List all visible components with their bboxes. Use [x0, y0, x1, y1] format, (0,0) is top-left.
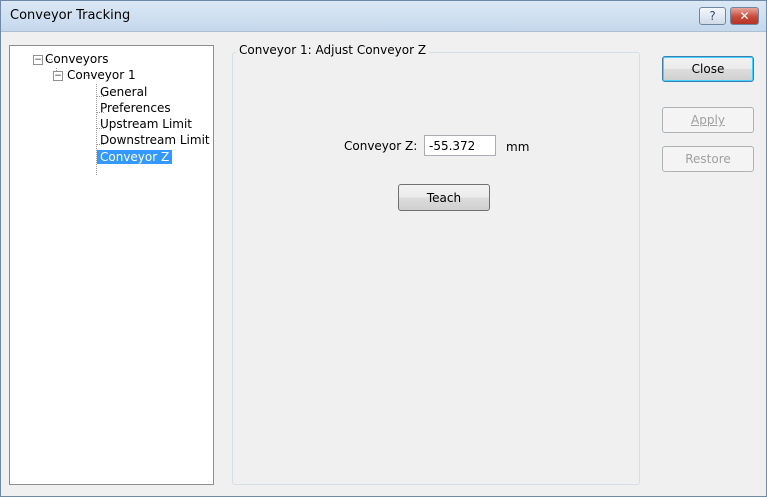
collapse-icon[interactable]: − [33, 55, 43, 65]
tree-item-label-selected: Conveyor Z [97, 150, 173, 164]
conveyor-tree[interactable]: − Conveyors − Conveyor 1 General Prefere… [9, 45, 214, 485]
title-bar[interactable]: Conveyor Tracking ? ✕ [1, 1, 766, 32]
tree-item-label: Conveyors [45, 52, 109, 66]
apply-button[interactable]: Apply [662, 107, 754, 133]
tree-item-conveyor-z[interactable]: Conveyor Z [97, 149, 173, 165]
tree-item-label: Upstream Limit [100, 117, 193, 131]
close-window-button[interactable]: ✕ [730, 7, 759, 25]
collapse-icon[interactable]: − [53, 71, 63, 81]
tree-item-conveyors[interactable]: Conveyors [45, 51, 108, 67]
close-icon: ✕ [739, 9, 750, 23]
help-button[interactable]: ? [699, 7, 726, 25]
group-box-title: Conveyor 1: Adjust Conveyor Z [236, 43, 430, 57]
tree-item-upstream-limit[interactable]: Upstream Limit [100, 116, 192, 132]
dialog-window: Conveyor Tracking ? ✕ − Conveyors − Conv… [0, 0, 767, 497]
adjust-group-box [232, 52, 640, 485]
unit-label: mm [506, 140, 530, 154]
teach-button-label: Teach [426, 190, 462, 205]
close-button[interactable]: Close [662, 56, 754, 82]
window-title: Conveyor Tracking [10, 8, 131, 23]
teach-button[interactable]: Teach [398, 184, 490, 211]
conveyor-z-input[interactable] [424, 135, 496, 156]
tree-item-downstream-limit[interactable]: Downstream Limit [100, 132, 210, 148]
tree-item-label: Conveyor 1 [67, 68, 136, 82]
tree-item-label: Preferences [100, 101, 171, 115]
tree-item-label: General [100, 85, 148, 99]
tree-item-preferences[interactable]: Preferences [100, 100, 171, 116]
restore-button[interactable]: Restore [662, 146, 754, 172]
tree-item-label: Downstream Limit [100, 133, 210, 147]
restore-button-label: Restore [685, 152, 731, 166]
tree-item-conveyor-1[interactable]: Conveyor 1 [67, 67, 136, 83]
help-icon: ? [709, 9, 716, 23]
conveyor-z-label: Conveyor Z: [344, 139, 418, 153]
close-button-label: Close [691, 62, 725, 76]
tree-item-general[interactable]: General [100, 84, 147, 100]
apply-button-label: Apply [691, 113, 725, 127]
